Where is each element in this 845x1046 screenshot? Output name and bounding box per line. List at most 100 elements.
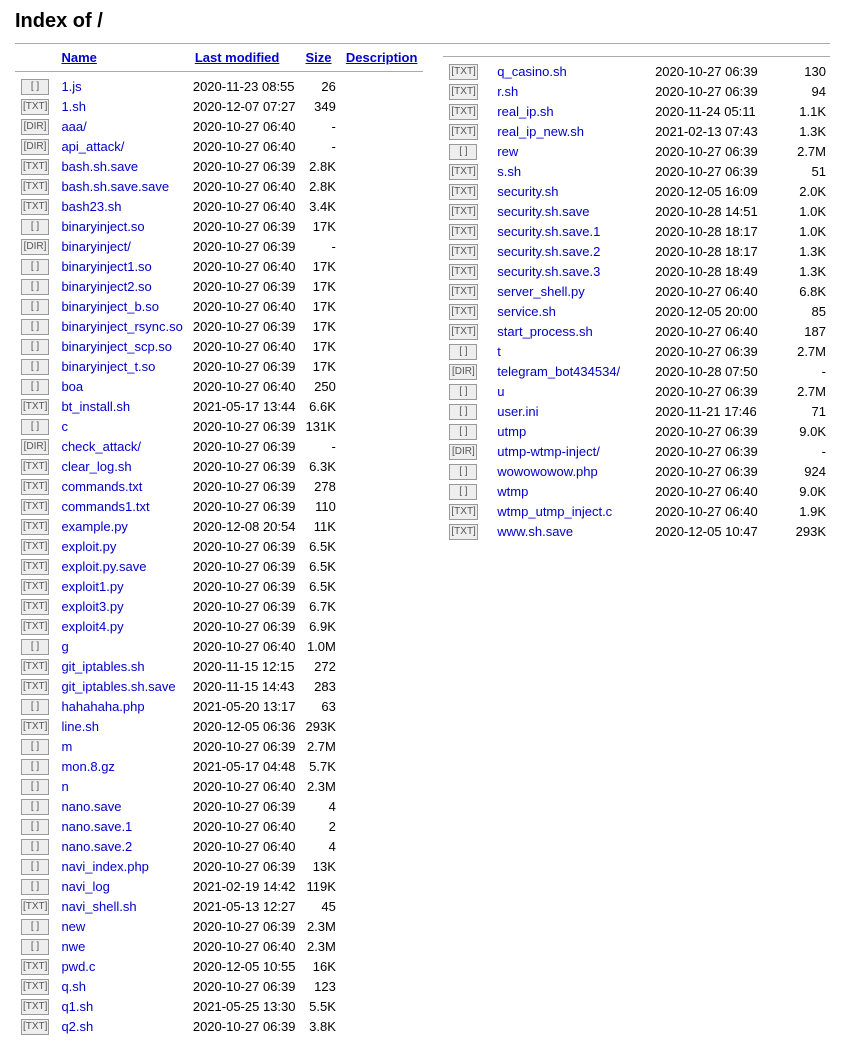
file-name-cell[interactable]: navi_log [55,876,188,896]
file-name-cell[interactable]: utmp-wtmp-inject/ [491,441,651,461]
file-link[interactable]: example.py [61,519,127,534]
file-link[interactable]: start_process.sh [497,324,592,339]
file-name-cell[interactable]: binaryinject_b.so [55,296,188,316]
file-name-cell[interactable]: 1.sh [55,96,188,116]
file-name-cell[interactable]: service.sh [491,301,651,321]
file-link[interactable]: navi_shell.sh [61,899,136,914]
file-name-cell[interactable]: g [55,636,188,656]
file-link[interactable]: exploit3.py [61,599,123,614]
file-name-cell[interactable]: git_iptables.sh.save [55,676,188,696]
file-name-cell[interactable]: u [491,381,651,401]
file-link[interactable]: user.ini [497,404,538,419]
file-name-cell[interactable]: q1.sh [55,996,188,1016]
file-link[interactable]: rew [497,144,518,159]
file-name-cell[interactable]: binaryinject_rsync.so [55,316,188,336]
file-name-cell[interactable]: commands1.txt [55,496,188,516]
file-link[interactable]: t [497,344,501,359]
file-name-cell[interactable]: q.sh [55,976,188,996]
file-link[interactable]: security.sh.save.3 [497,264,600,279]
file-name-cell[interactable]: 1.js [55,76,188,96]
file-name-cell[interactable]: rew [491,141,651,161]
file-link[interactable]: bash.sh.save.save [61,179,169,194]
file-name-cell[interactable]: server_shell.py [491,281,651,301]
file-name-cell[interactable]: bash23.sh [55,196,188,216]
file-name-cell[interactable]: api_attack/ [55,136,188,156]
file-name-cell[interactable]: exploit3.py [55,596,188,616]
desc-sort-link[interactable]: Description [346,50,418,65]
col-desc[interactable]: Description [340,48,424,67]
file-link[interactable]: exploit.py [61,539,116,554]
col-name[interactable]: Name [55,48,188,67]
file-link[interactable]: api_attack/ [61,139,124,154]
file-link[interactable]: g [61,639,68,654]
file-link[interactable]: clear_log.sh [61,459,131,474]
file-link[interactable]: binaryinject1.so [61,259,151,274]
file-name-cell[interactable]: binaryinject1.so [55,256,188,276]
file-link[interactable]: nwe [61,939,85,954]
file-name-cell[interactable]: security.sh.save.2 [491,241,651,261]
file-name-cell[interactable]: binaryinject2.so [55,276,188,296]
col-size[interactable]: Size [300,48,340,67]
file-name-cell[interactable]: user.ini [491,401,651,421]
file-name-cell[interactable]: security.sh.save [491,201,651,221]
file-name-cell[interactable]: bash.sh.save.save [55,176,188,196]
file-link[interactable]: commands.txt [61,479,142,494]
file-name-cell[interactable]: clear_log.sh [55,456,188,476]
file-name-cell[interactable]: binaryinject.so [55,216,188,236]
file-link[interactable]: exploit.py.save [61,559,146,574]
file-name-cell[interactable]: security.sh [491,181,651,201]
file-name-cell[interactable]: utmp [491,421,651,441]
file-link[interactable]: commands1.txt [61,499,149,514]
file-name-cell[interactable]: boa [55,376,188,396]
file-link[interactable]: bash.sh.save [61,159,138,174]
file-name-cell[interactable]: exploit4.py [55,616,188,636]
file-name-cell[interactable]: t [491,341,651,361]
file-name-cell[interactable]: nano.save [55,796,188,816]
file-link[interactable]: binaryinject_b.so [61,299,159,314]
file-name-cell[interactable]: c [55,416,188,436]
file-name-cell[interactable]: n [55,776,188,796]
file-link[interactable]: bt_install.sh [61,399,130,414]
file-link[interactable]: nano.save.2 [61,839,132,854]
file-link[interactable]: binaryinject/ [61,239,130,254]
file-link[interactable]: boa [61,379,83,394]
file-name-cell[interactable]: hahahaha.php [55,696,188,716]
file-name-cell[interactable]: pwd.c [55,956,188,976]
file-name-cell[interactable]: s.sh [491,161,651,181]
file-name-cell[interactable]: q2.sh [55,1016,188,1036]
file-link[interactable]: security.sh.save.1 [497,224,600,239]
file-name-cell[interactable]: exploit1.py [55,576,188,596]
file-name-cell[interactable]: real_ip_new.sh [491,121,651,141]
file-link[interactable]: security.sh.save [497,204,589,219]
file-name-cell[interactable]: mon.8.gz [55,756,188,776]
file-name-cell[interactable]: telegram_bot434534/ [491,361,651,381]
file-name-cell[interactable]: navi_shell.sh [55,896,188,916]
file-link[interactable]: utmp [497,424,526,439]
file-link[interactable]: server_shell.py [497,284,584,299]
file-link[interactable]: 1.sh [61,99,86,114]
file-name-cell[interactable]: exploit.py.save [55,556,188,576]
file-link[interactable]: nano.save.1 [61,819,132,834]
file-link[interactable]: navi_log [61,879,109,894]
file-link[interactable]: binaryinject2.so [61,279,151,294]
file-name-cell[interactable]: check_attack/ [55,436,188,456]
file-name-cell[interactable]: commands.txt [55,476,188,496]
file-name-cell[interactable]: r.sh [491,81,651,101]
file-name-cell[interactable]: bt_install.sh [55,396,188,416]
file-link[interactable]: mon.8.gz [61,759,114,774]
file-link[interactable]: binaryinject_scp.so [61,339,172,354]
file-link[interactable]: new [61,919,85,934]
file-link[interactable]: security.sh.save.2 [497,244,600,259]
file-link[interactable]: bash23.sh [61,199,121,214]
file-name-cell[interactable]: nano.save.2 [55,836,188,856]
file-link[interactable]: q1.sh [61,999,93,1014]
file-link[interactable]: pwd.c [61,959,95,974]
file-link[interactable]: binaryinject_rsync.so [61,319,182,334]
file-name-cell[interactable]: real_ip.sh [491,101,651,121]
file-link[interactable]: binaryinject_t.so [61,359,155,374]
file-link[interactable]: 1.js [61,79,81,94]
file-name-cell[interactable]: binaryinject/ [55,236,188,256]
file-link[interactable]: telegram_bot434534/ [497,364,620,379]
file-link[interactable]: navi_index.php [61,859,148,874]
file-name-cell[interactable]: example.py [55,516,188,536]
